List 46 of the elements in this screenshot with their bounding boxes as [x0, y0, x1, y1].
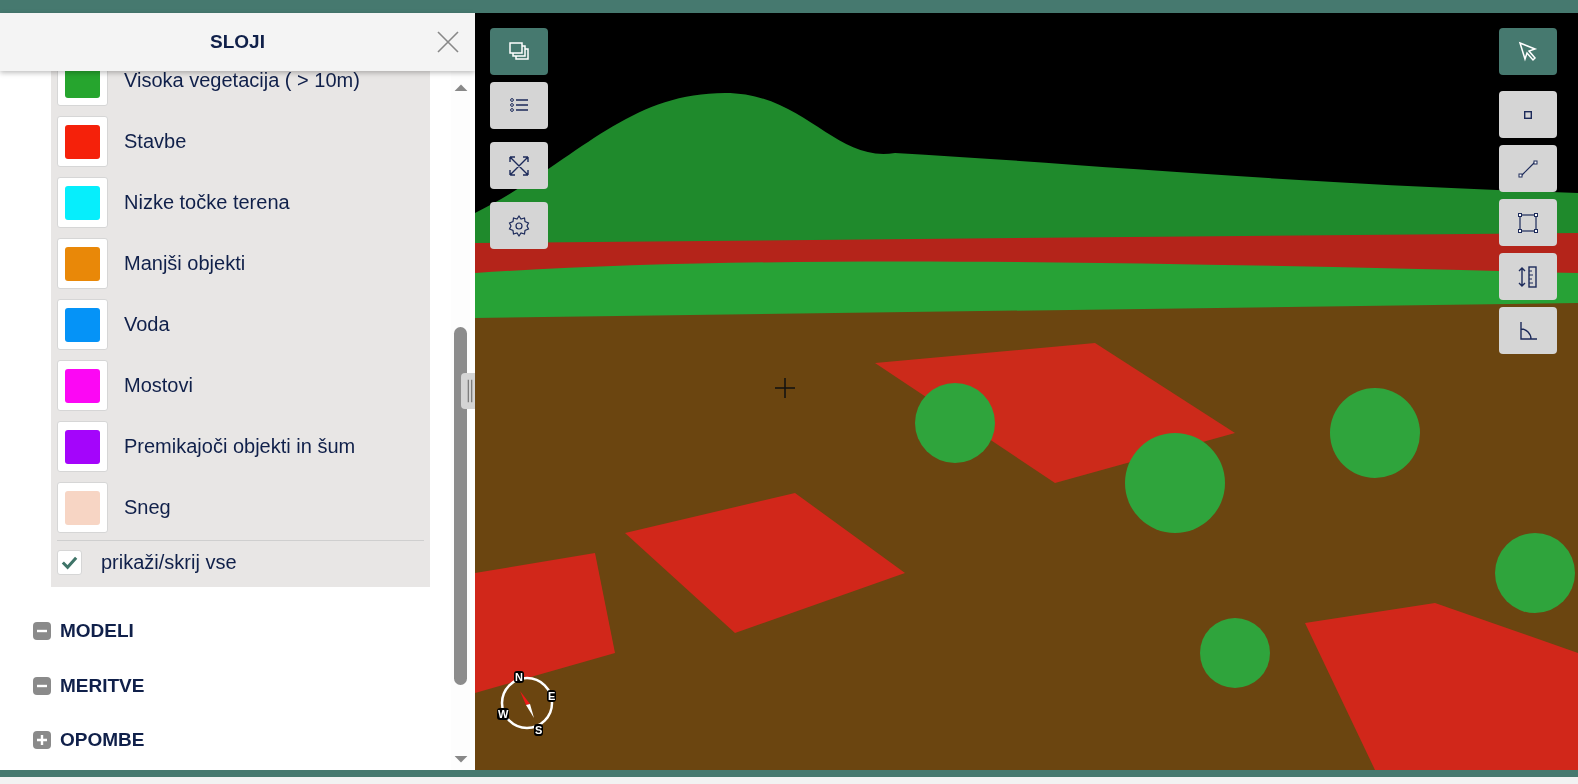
section-header[interactable]: MODELI [33, 604, 451, 659]
tool-button[interactable] [490, 28, 548, 75]
section-header[interactable]: MERITVE [33, 658, 451, 713]
compass-letter: W [497, 708, 510, 720]
panel-title: SLOJI [210, 31, 265, 53]
legend-toggle[interactable] [57, 421, 108, 472]
section-header[interactable]: OPOMBE [33, 713, 451, 768]
legend-label: Mostovi [124, 374, 193, 397]
compass-letter: N [514, 671, 524, 683]
legend-label: Sneg [124, 496, 171, 519]
legend-toggle[interactable] [57, 238, 108, 289]
tool-button[interactable] [1499, 199, 1557, 246]
legend-label: Manjši objekti [124, 252, 246, 275]
point-icon [1524, 110, 1532, 119]
legend-toggle[interactable] [57, 299, 108, 350]
legend-label: Stavbe [124, 130, 187, 153]
legend-label: Nizke točke terena [124, 191, 290, 214]
compass-letter: E [547, 690, 557, 702]
tool-button[interactable] [1499, 253, 1557, 300]
tool-button[interactable] [490, 202, 548, 249]
legend-label: Premikajoči objekti in šum [124, 435, 356, 458]
legend-label: Voda [124, 313, 170, 336]
close-icon[interactable] [437, 31, 459, 53]
resize-handle[interactable] [461, 373, 475, 409]
checkbox[interactable] [57, 549, 82, 575]
point-cloud-drawing[interactable] [475, 13, 1578, 770]
legend-toggle[interactable] [57, 360, 108, 411]
height-ruler-icon [1516, 264, 1540, 289]
settings-icon [507, 213, 531, 238]
scrollbar-thumb[interactable] [454, 327, 467, 685]
scroll-down-icon[interactable] [453, 756, 468, 764]
tool-button[interactable] [490, 82, 548, 129]
scroll-up-icon[interactable] [453, 83, 468, 91]
legend-toggle[interactable] [57, 116, 108, 167]
tool-button[interactable] [490, 142, 548, 189]
checkbox-label: prikaži/skrij vse [101, 550, 237, 574]
legend-label: Visoka vegetacija ( > 10m) [124, 71, 360, 92]
expand-arrows-icon [507, 153, 531, 178]
area-measure-icon [1516, 210, 1540, 235]
tool-button[interactable] [1499, 28, 1557, 75]
grip-icon [466, 378, 474, 404]
legend-toggle[interactable] [57, 482, 108, 533]
compass-letter: S [534, 724, 544, 736]
legend-toggle[interactable] [57, 177, 108, 228]
tool-button[interactable] [1499, 307, 1557, 354]
compass[interactable]: N E S W [497, 673, 557, 733]
